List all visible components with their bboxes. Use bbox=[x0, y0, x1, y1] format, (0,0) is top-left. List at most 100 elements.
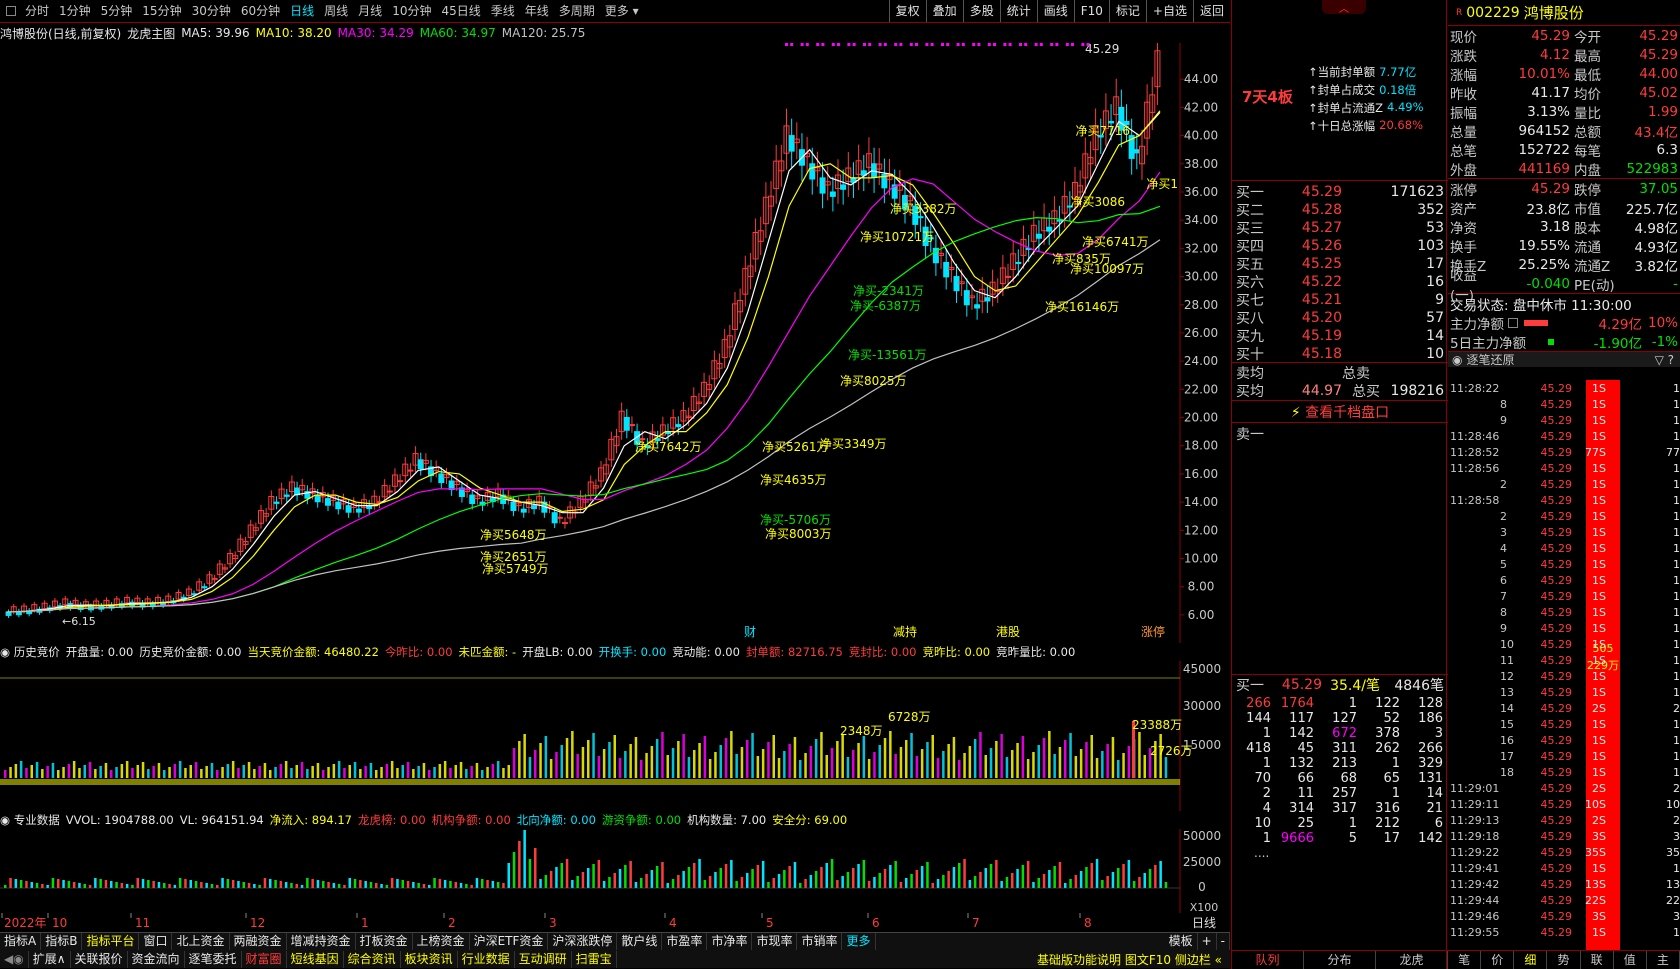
auction-bar bbox=[581, 747, 585, 778]
auction-chart[interactable]: 45000300001500023388万2726万6728万2348万 bbox=[0, 661, 1230, 811]
collapse-icon[interactable]: ◉ bbox=[1452, 353, 1462, 367]
tool-button-3[interactable]: 统计 bbox=[999, 0, 1037, 22]
event-label[interactable]: 涨停 bbox=[1141, 624, 1165, 639]
extension-tab[interactable]: 资金流向 bbox=[128, 950, 185, 968]
flow-annotation: 净买6741万 bbox=[1082, 235, 1149, 249]
tool-button-6[interactable]: 标记 bbox=[1108, 0, 1146, 22]
tick-list[interactable]: 505 229万 11:28:22 45.29 1S 1 8 45.29 1S 1 9 45.29… bbox=[1448, 380, 1680, 950]
period-tab-9[interactable]: 10分钟 bbox=[387, 0, 436, 22]
period-tab-1[interactable]: 1分钟 bbox=[54, 0, 96, 22]
quote-tab[interactable]: 细 bbox=[1514, 951, 1548, 969]
bid-level-row[interactable]: 买五 45.25 17 bbox=[1232, 255, 1448, 273]
event-label[interactable]: 减持 bbox=[893, 624, 917, 639]
bid-level-row[interactable]: 买八 45.20 57 bbox=[1232, 309, 1448, 327]
flow-annotation: 净买4635万 bbox=[760, 473, 827, 487]
bid-level-row[interactable]: 买十 45.18 10 bbox=[1232, 345, 1448, 363]
period-tab-3[interactable]: 15分钟 bbox=[137, 0, 186, 22]
order-book-tab[interactable]: 分布 bbox=[1304, 951, 1376, 969]
indicator-toolbar-item[interactable]: 窗口 bbox=[139, 933, 173, 950]
period-tab-11[interactable]: 季线 bbox=[486, 0, 520, 22]
extension-tab[interactable]: 综合资讯 bbox=[344, 950, 401, 968]
queue-more[interactable]: .... bbox=[1254, 846, 1269, 860]
volume-bar bbox=[258, 885, 261, 888]
extension-tab[interactable]: 扩展∧ bbox=[29, 950, 71, 968]
period-tab-4[interactable]: 30分钟 bbox=[187, 0, 236, 22]
indicator-toolbar-item[interactable]: 市盈率 bbox=[662, 933, 708, 950]
period-tab-12[interactable]: 年线 bbox=[520, 0, 554, 22]
tool-button-4[interactable]: 画线 bbox=[1036, 0, 1074, 22]
indicator-toolbar-item[interactable]: 市销率 bbox=[797, 933, 843, 950]
indicator-toolbar-item[interactable]: 沪深ETF资金 bbox=[470, 933, 549, 950]
bid-level-row[interactable]: 买二 45.28 352 bbox=[1232, 201, 1448, 219]
tick-options-icon[interactable]: ▽ ? bbox=[1655, 353, 1674, 367]
order-book-tab[interactable]: 龙虎 bbox=[1376, 951, 1448, 969]
pro-data-item: 龙虎榜: 0.00 bbox=[358, 813, 426, 827]
extension-tab[interactable]: 关联报价 bbox=[71, 950, 128, 968]
indicator-selector[interactable]: 龙虎主图 bbox=[127, 25, 175, 42]
window-toggle-icon[interactable] bbox=[6, 6, 16, 16]
view-thousand-levels-link[interactable]: ⚡ 查看千档盘口 bbox=[1232, 402, 1448, 422]
template-control[interactable]: - bbox=[1217, 933, 1230, 950]
indicator-toolbar-item[interactable]: 打板资金 bbox=[356, 933, 413, 950]
indicator-toolbar-item[interactable]: 市净率 bbox=[707, 933, 753, 950]
auction-bar bbox=[602, 749, 606, 778]
tool-button-1[interactable]: 叠加 bbox=[925, 0, 963, 22]
extension-tab[interactable]: 扫雷宝 bbox=[572, 950, 617, 968]
side-links[interactable]: 基础版功能说明 图文F10 侧边栏 « bbox=[1037, 951, 1230, 968]
indicator-toolbar-item[interactable]: 两融资金 bbox=[230, 933, 287, 950]
period-tab-2[interactable]: 5分钟 bbox=[96, 0, 138, 22]
indicator-toolbar-item[interactable]: 更多 bbox=[842, 933, 876, 950]
event-label[interactable]: 港股 bbox=[996, 625, 1020, 639]
quote-tab[interactable]: 值 bbox=[1614, 951, 1647, 969]
template-control[interactable]: 模板 bbox=[1165, 933, 1198, 950]
quote-tab[interactable]: 联 bbox=[1581, 951, 1614, 969]
quote-tab[interactable]: 笔 bbox=[1448, 951, 1482, 969]
volume-bar bbox=[157, 882, 161, 888]
bid-level-row[interactable]: 买六 45.22 16 bbox=[1232, 273, 1448, 291]
period-tab-0[interactable]: 分时 bbox=[20, 0, 54, 22]
indicator-toolbar-item[interactable]: 北上资金 bbox=[172, 933, 230, 950]
period-tab-13[interactable]: 多周期 bbox=[554, 0, 600, 22]
order-book-tab[interactable]: 队列 bbox=[1232, 951, 1304, 969]
extension-tab[interactable]: 行业数据 bbox=[458, 950, 515, 968]
tool-button-0[interactable]: 复权 bbox=[888, 0, 926, 22]
indicator-toolbar-item[interactable]: 指标B bbox=[41, 933, 83, 950]
extension-tab[interactable]: 逐笔委托 bbox=[185, 950, 242, 968]
tool-button-8[interactable]: 返回 bbox=[1192, 0, 1230, 22]
period-tab-5[interactable]: 60分钟 bbox=[236, 0, 285, 22]
auction-bar bbox=[539, 743, 542, 778]
period-tab-7[interactable]: 周线 bbox=[319, 0, 353, 22]
quote-tab[interactable]: 价 bbox=[1481, 951, 1515, 969]
period-tab-10[interactable]: 45日线 bbox=[436, 0, 485, 22]
indicator-toolbar-item[interactable]: 散户线 bbox=[617, 933, 663, 950]
bid-level-row[interactable]: 买三 45.27 53 bbox=[1232, 219, 1448, 237]
extension-tab[interactable]: 短线基因 bbox=[287, 950, 344, 968]
quote-tab[interactable]: 势 bbox=[1547, 951, 1581, 969]
collapse-up-icon[interactable]: ︿ bbox=[1322, 0, 1366, 15]
candlestick-chart[interactable]: 44.00 42.00 40.00 38.00 36.00 34.00 32.00 30.00… bbox=[0, 43, 1230, 643]
indicator-toolbar-item[interactable]: 指标A bbox=[0, 933, 42, 950]
event-label[interactable]: 财 bbox=[744, 625, 756, 639]
bid-level-row[interactable]: 买一 45.29 171623 bbox=[1232, 183, 1448, 201]
template-control[interactable]: + bbox=[1198, 933, 1217, 950]
toggle-icon[interactable]: ◀◉ bbox=[0, 950, 29, 968]
indicator-toolbar-item[interactable]: 市现率 bbox=[752, 933, 798, 950]
extension-tab[interactable]: 板块资讯 bbox=[401, 950, 458, 968]
indicator-toolbar-item[interactable]: 沪深涨跌停 bbox=[548, 933, 618, 950]
indicator-toolbar-item[interactable]: 增减持资金 bbox=[287, 933, 356, 950]
period-tab-8[interactable]: 月线 bbox=[353, 0, 387, 22]
extension-tab[interactable]: 互动调研 bbox=[515, 950, 572, 968]
tool-button-5[interactable]: F10 bbox=[1073, 0, 1109, 22]
quote-tab[interactable]: 主 bbox=[1647, 951, 1680, 969]
tool-button-2[interactable]: 多股 bbox=[962, 0, 1000, 22]
period-tab-14[interactable]: 更多 ▾ bbox=[600, 0, 644, 22]
indicator-toolbar-item[interactable]: 上榜资金 bbox=[413, 933, 470, 950]
extension-tab[interactable]: 财富圈 bbox=[242, 950, 287, 968]
indicator-toolbar-item[interactable]: 指标平台 bbox=[82, 933, 140, 950]
bid-level-row[interactable]: 买七 45.21 9 bbox=[1232, 291, 1448, 309]
bid-level-row[interactable]: 买四 45.26 103 bbox=[1232, 237, 1448, 255]
period-tab-6[interactable]: 日线 bbox=[285, 0, 319, 22]
tool-button-7[interactable]: +自选 bbox=[1145, 0, 1193, 22]
bid-level-row[interactable]: 买九 45.19 14 bbox=[1232, 327, 1448, 345]
volume-chart[interactable]: 50000 25000 0 X100 bbox=[0, 829, 1230, 913]
